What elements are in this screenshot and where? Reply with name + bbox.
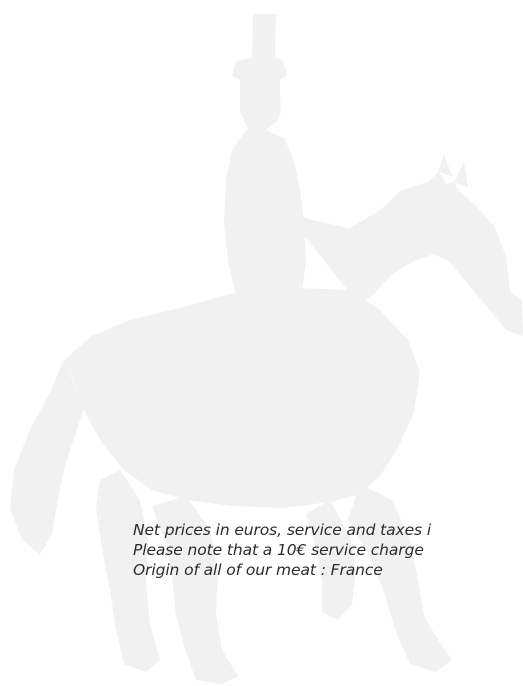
prices-note: Net prices in euros, service and taxes i [133, 521, 432, 539]
meat-origin-note: Origin of all of our meat : France [133, 561, 383, 579]
menu-footer-notes: Net prices in euros, service and taxes i… [133, 520, 523, 580]
menu-page: Net prices in euros, service and taxes i… [0, 0, 523, 686]
service-charge-note: Please note that a 10€ service charge [133, 541, 424, 559]
horse-and-rider-watermark-icon [10, 14, 523, 684]
